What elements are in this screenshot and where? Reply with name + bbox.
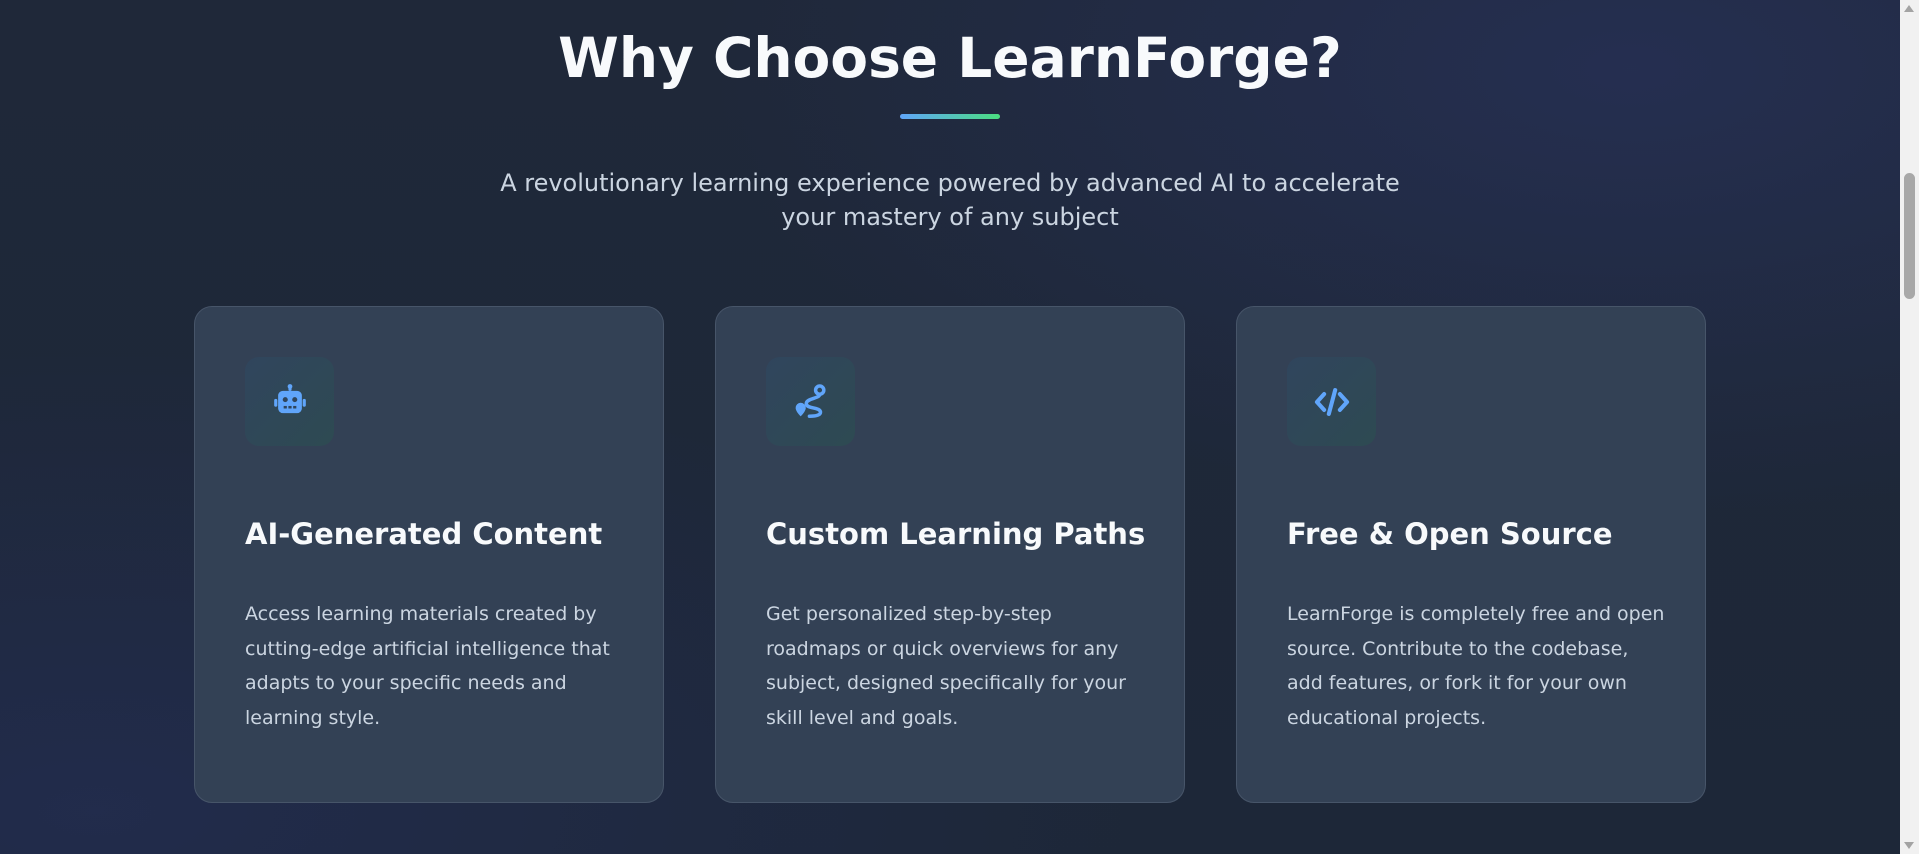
route-icon	[795, 383, 826, 418]
feature-title: AI-Generated Content	[245, 517, 603, 551]
scrollbar-thumb[interactable]	[1904, 173, 1915, 299]
title-underline	[900, 114, 1000, 119]
robot-icon	[273, 383, 306, 413]
feature-icon-box	[766, 357, 855, 446]
feature-description: Get personalized step-by-step roadmaps o…	[766, 603, 1126, 729]
scroll-up-arrow-icon[interactable]	[1904, 5, 1914, 12]
feature-description: Access learning materials created by cut…	[245, 603, 610, 729]
scroll-down-arrow-icon[interactable]	[1904, 842, 1914, 849]
feature-card-open-source: Free & Open Source LearnForge is complet…	[1236, 306, 1706, 803]
features-section: Why Choose LearnForge? A revolutionary l…	[0, 0, 1900, 854]
section-subtitle: A revolutionary learning experience powe…	[500, 169, 1400, 231]
section-title: Why Choose LearnForge?	[558, 26, 1342, 90]
code-icon	[1314, 387, 1349, 416]
feature-card-ai-content: AI-Generated Content Access learning mat…	[194, 306, 664, 803]
feature-icon-box	[1287, 357, 1376, 446]
vertical-scrollbar[interactable]	[1900, 0, 1919, 854]
feature-card-learning-paths: Custom Learning Paths Get personalized s…	[715, 306, 1185, 803]
feature-icon-box	[245, 357, 334, 446]
feature-title: Custom Learning Paths	[766, 517, 1146, 551]
feature-title: Free & Open Source	[1287, 517, 1613, 551]
feature-description: LearnForge is completely free and open s…	[1287, 603, 1665, 729]
